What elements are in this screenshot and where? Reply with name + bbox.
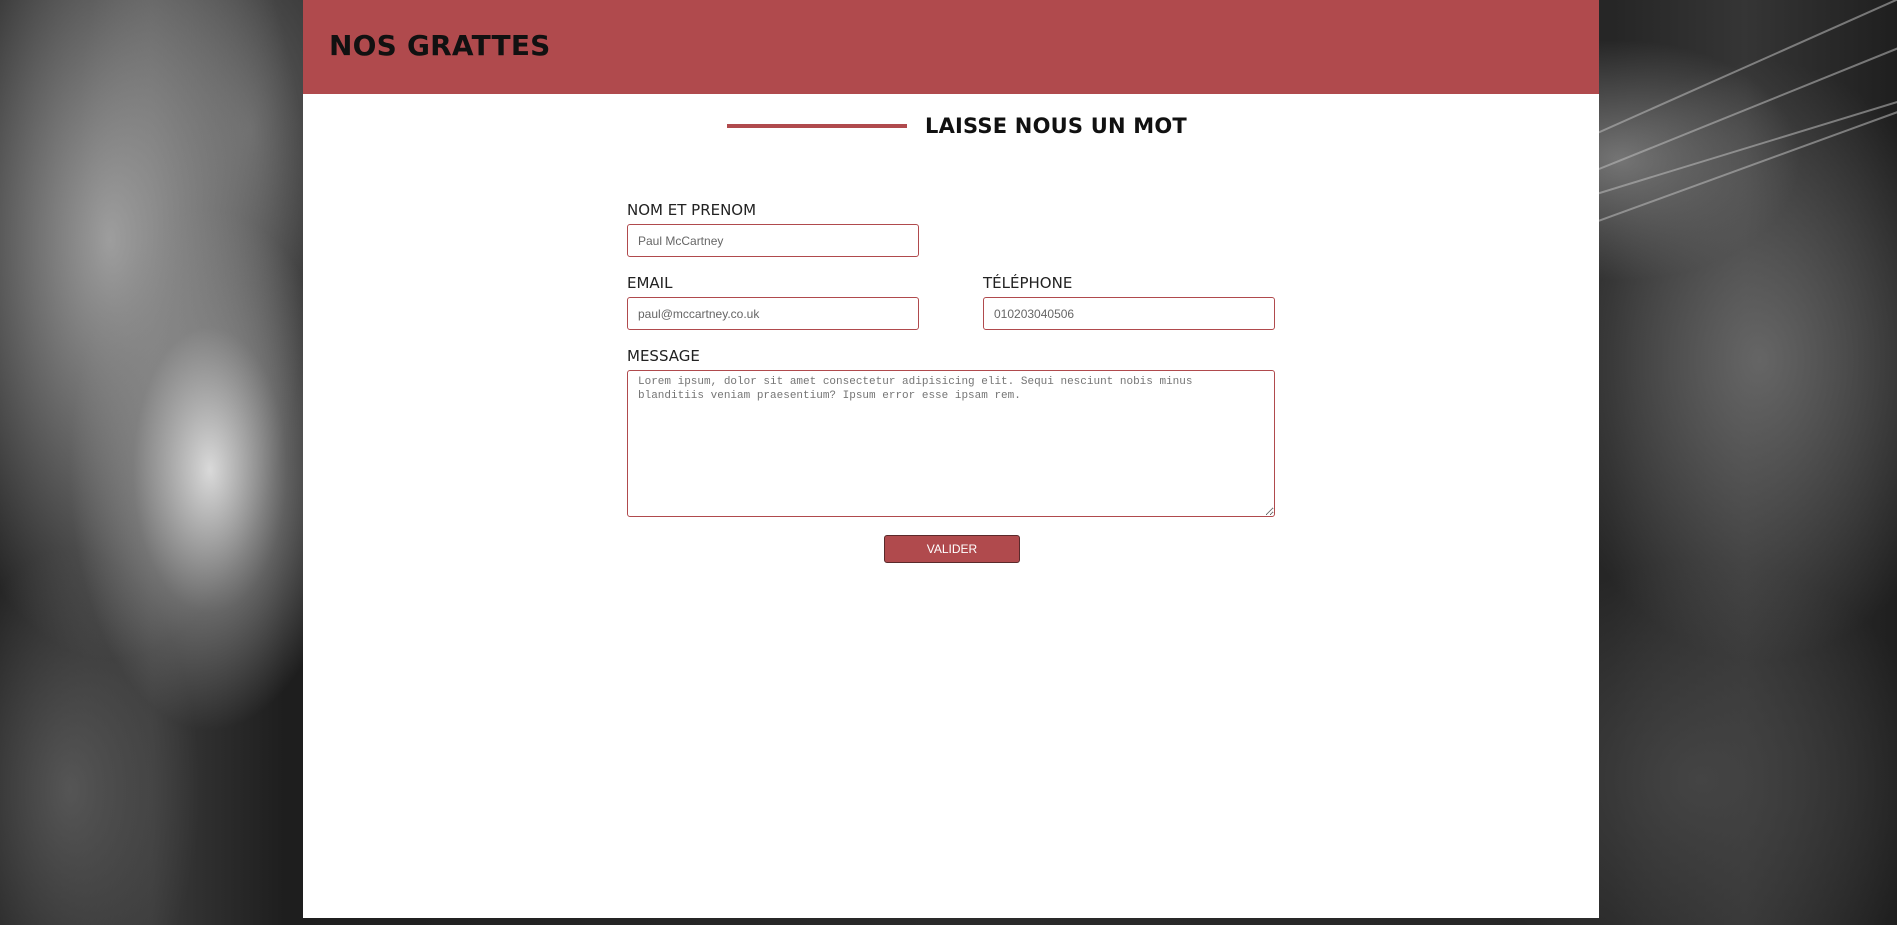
site-brand[interactable]: NOS GRATTES [329, 29, 551, 63]
message-textarea[interactable] [627, 370, 1275, 517]
name-label: NOM ET PRENOM [627, 201, 757, 219]
submit-button[interactable]: VALIDER [884, 535, 1020, 563]
section-heading: LAISSE NOUS UN MOT [727, 110, 1187, 142]
email-label: EMAIL [627, 274, 673, 292]
phone-input[interactable] [983, 297, 1275, 330]
email-input[interactable] [627, 297, 919, 330]
content-panel: NOS GRATTES LAISSE NOUS UN MOT NOM ET PR… [303, 0, 1599, 918]
section-title: LAISSE NOUS UN MOT [925, 114, 1187, 138]
name-input[interactable] [627, 224, 919, 257]
background-guitar-strings [1597, 0, 1897, 240]
phone-label: TÉLÉPHONE [983, 274, 1073, 292]
site-header: NOS GRATTES [303, 0, 1599, 94]
message-label: MESSAGE [627, 347, 700, 365]
title-accent-line [727, 124, 907, 128]
